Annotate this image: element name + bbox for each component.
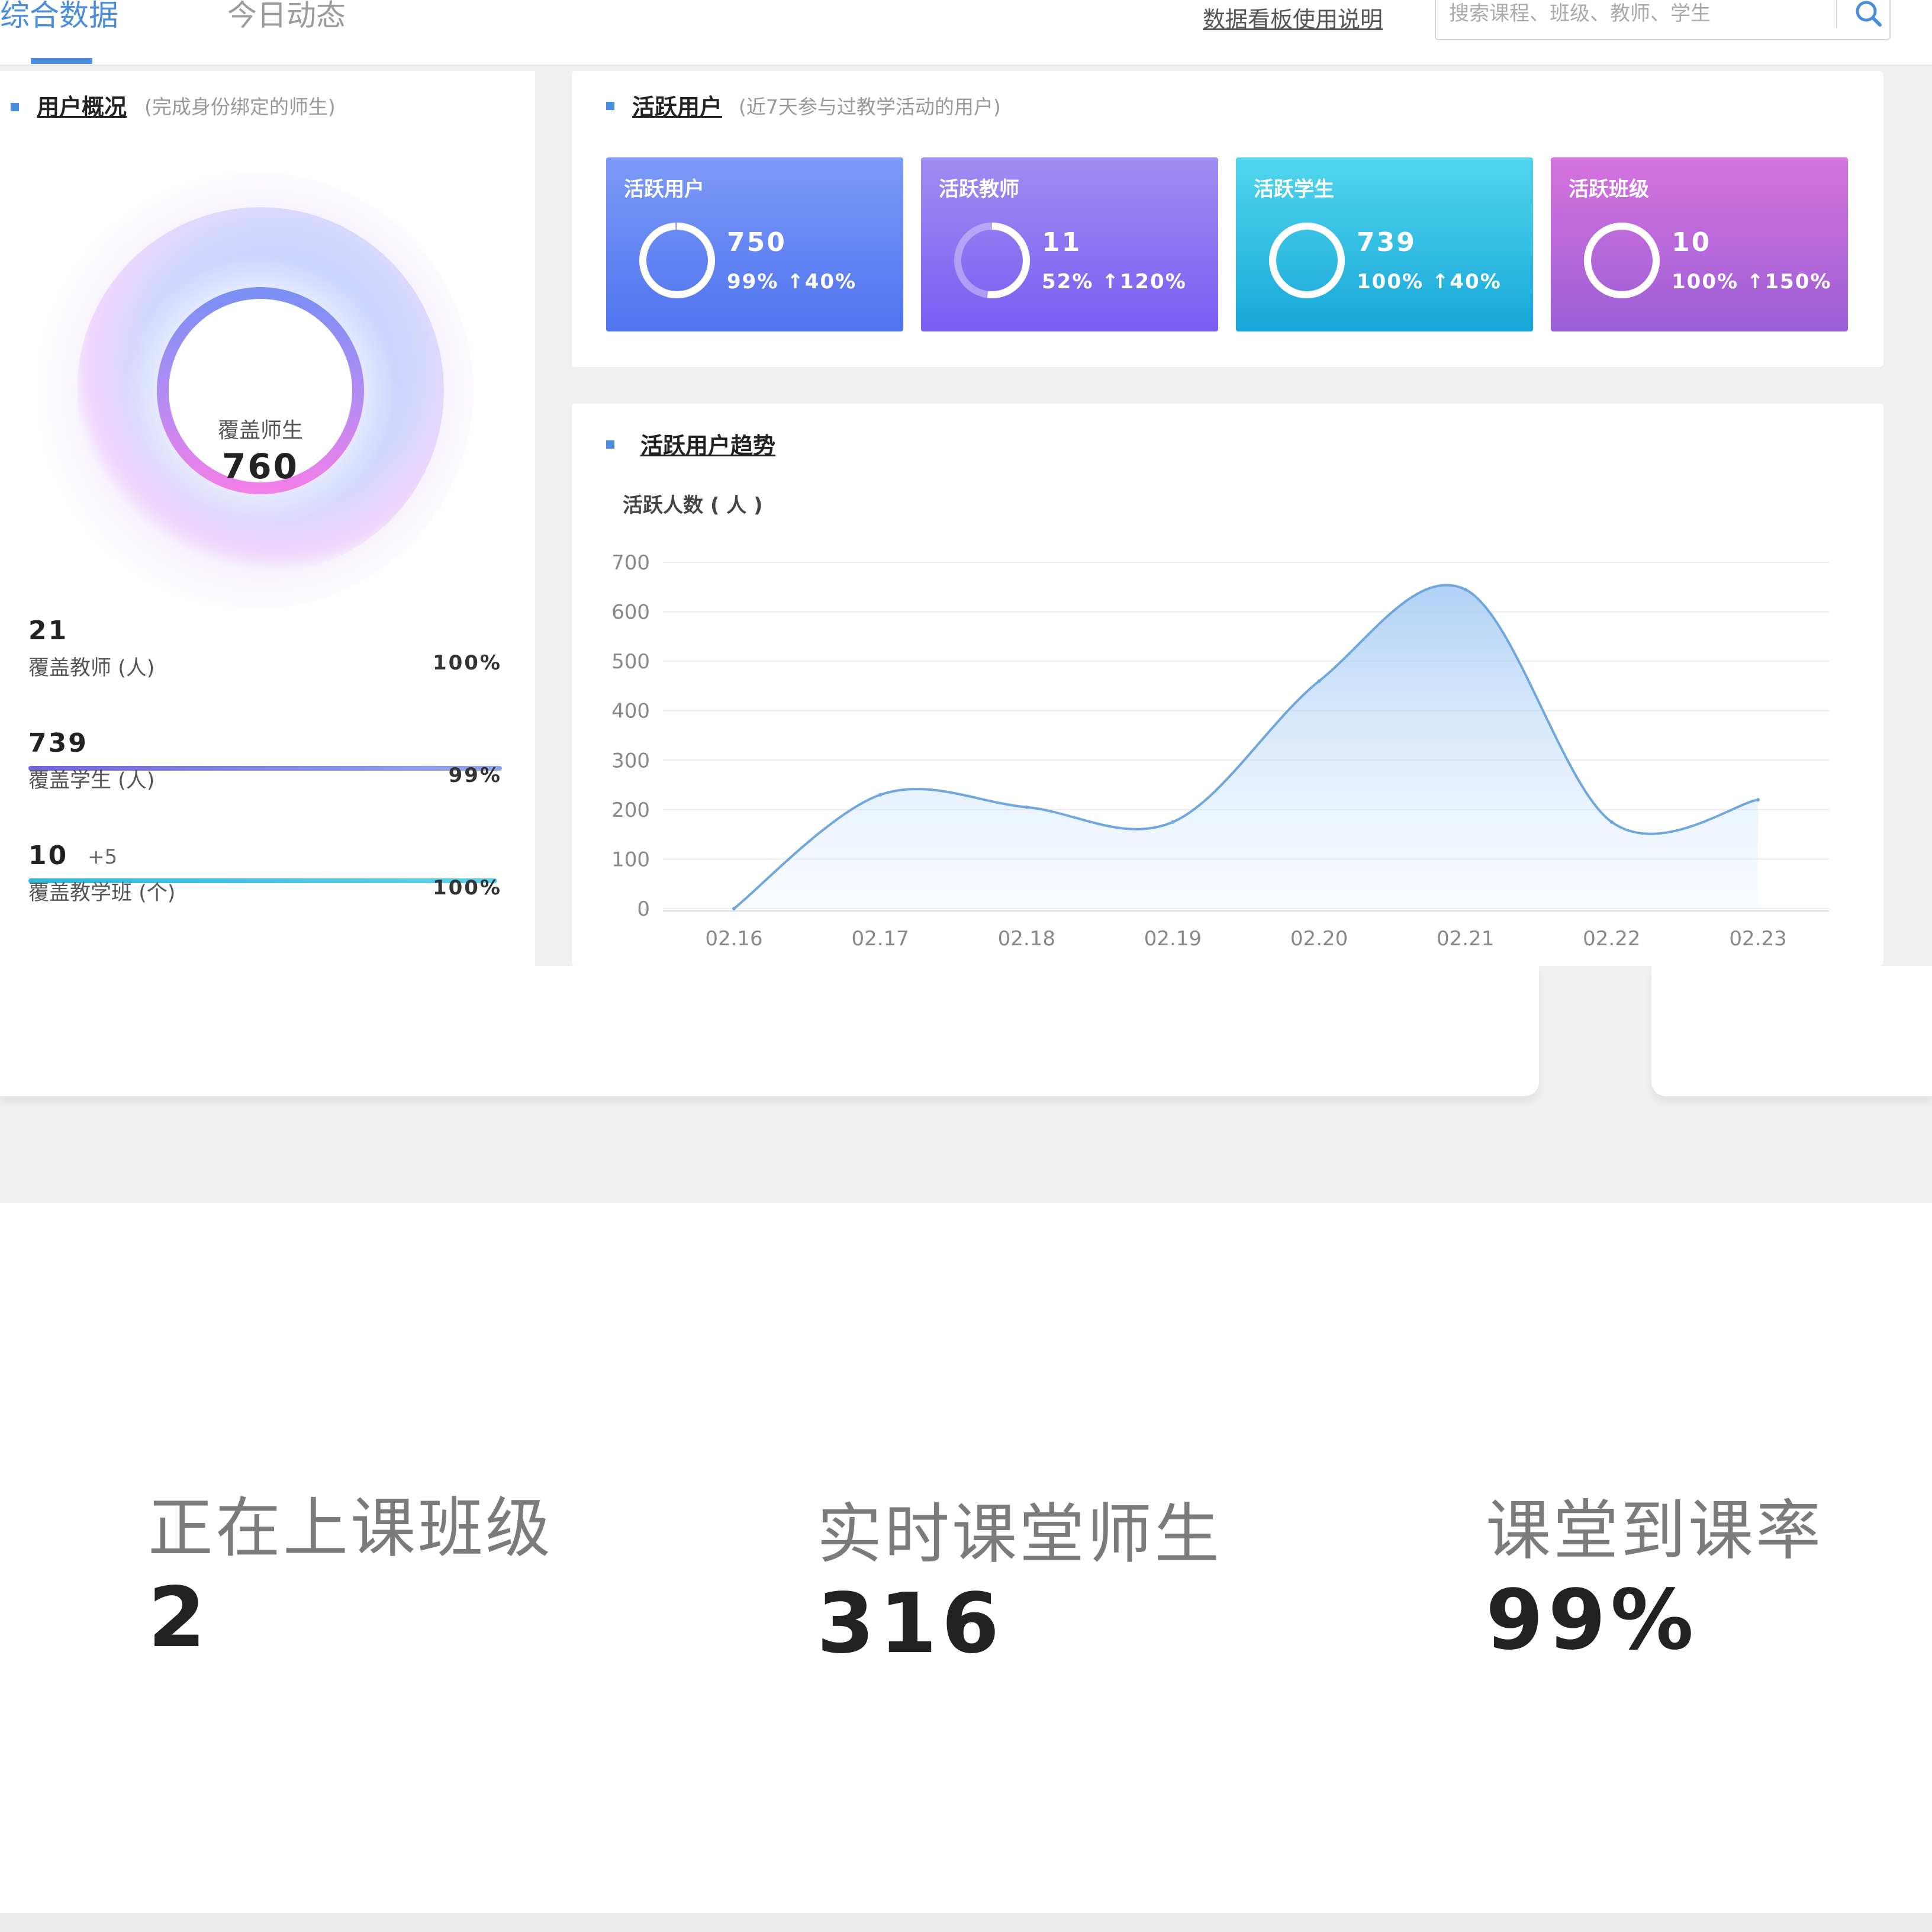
active-users-title: 活跃用户	[632, 94, 723, 120]
class-coverage-row: 10 +5 覆盖教学班 (个) 100%	[28, 841, 502, 996]
section-marker	[11, 103, 19, 111]
user-overview-title: 用户概况	[37, 94, 127, 120]
live-stat-value: 99%	[1486, 1572, 1699, 1669]
ring-gauge	[1269, 223, 1345, 298]
y-tick-label: 600	[611, 601, 650, 624]
trend-point	[878, 793, 883, 797]
active-users-subtitle: (近7天参与过教学活动的用户)	[739, 95, 1001, 118]
section-marker	[606, 102, 614, 110]
user-overview-panel: 用户概况 (完成身份绑定的师生) 覆盖师生 760 21 覆盖教师 (人) 10…	[0, 71, 535, 996]
trend-area	[734, 585, 1758, 909]
trend-point	[1756, 798, 1760, 802]
search-box	[1435, 0, 1891, 40]
card-percent-growth: 99% ↑40%	[727, 270, 857, 294]
ring-fill	[639, 223, 715, 298]
trend-point	[732, 907, 736, 910]
x-tick-label: 02.22	[1583, 927, 1640, 951]
bottom-divider	[0, 1913, 1932, 1932]
card-percent-growth: 100% ↑150%	[1672, 270, 1832, 294]
trend-point	[1609, 820, 1614, 824]
y-tick-label: 200	[611, 798, 650, 822]
stat-label: 覆盖学生 (人)	[28, 769, 155, 793]
y-tick-label: 300	[611, 749, 650, 772]
live-stat-value: 316	[817, 1576, 1004, 1672]
trend-point	[1463, 587, 1467, 591]
stat-percent: 100%	[432, 876, 502, 900]
live-stat-label: 正在上课班级	[148, 1490, 553, 1566]
y-axis-title: 活跃人数 ( 人 )	[623, 494, 763, 517]
search-divider	[1836, 0, 1837, 28]
trend-title: 活跃用户趋势	[640, 433, 776, 459]
card-active-teachers[interactable]: 活跃教师 11 52% ↑120%	[921, 157, 1218, 331]
tab-today[interactable]: 今日动态	[227, 0, 346, 34]
active-users-panel: 活跃用户 (近7天参与过教学活动的用户) 活跃用户 750 99% ↑40% 活…	[572, 71, 1883, 367]
y-tick-label: 700	[611, 551, 650, 575]
card-value: 739	[1357, 227, 1416, 257]
x-tick-label: 02.21	[1437, 927, 1494, 951]
y-tick-label: 100	[611, 848, 650, 871]
donut-value: 760	[221, 446, 300, 487]
live-stat-label: 课堂到课率	[1486, 1493, 1823, 1569]
card-percent-growth: 52% ↑120%	[1042, 270, 1187, 294]
dashboard-help-link[interactable]: 数据看板使用说明	[1203, 1, 1383, 34]
teacher-coverage-row: 21 覆盖教师 (人) 100%	[28, 616, 502, 771]
trend-point	[1171, 820, 1175, 824]
active-tab-indicator	[31, 58, 92, 64]
coverage-donut: 覆盖师生 760	[36, 172, 474, 610]
ring-gauge	[1584, 223, 1660, 298]
card-active-classes[interactable]: 活跃班级 10 100% ↑150%	[1551, 157, 1848, 331]
top-navigation-bar: 综合数据 今日动态 数据看板使用说明	[0, 0, 1932, 66]
live-stat-value: 2	[148, 1570, 211, 1666]
ring-fill	[1584, 223, 1660, 298]
stat-label: 覆盖教师 (人)	[28, 656, 155, 680]
x-tick-label: 02.20	[1290, 927, 1348, 951]
active-trend-chart: 活跃人数 ( 人 ) 700 600 500 400 300 200 100 0 02.16 02.…	[611, 494, 1829, 951]
card-title: 活跃用户	[624, 178, 704, 201]
card-title: 活跃班级	[1569, 178, 1649, 201]
x-tick-label: 02.18	[998, 927, 1055, 951]
search-icon[interactable]	[1852, 0, 1885, 30]
card-active-students[interactable]: 活跃学生 739 100% ↑40%	[1236, 157, 1533, 331]
live-stats-section: 正在上课班级 2 实时课堂师生 316 课堂到课率 99%	[0, 1203, 1932, 1913]
card-title: 活跃学生	[1254, 178, 1334, 201]
card-percent-growth: 100% ↑40%	[1357, 270, 1502, 294]
donut-label: 覆盖师生	[217, 418, 303, 443]
ring-gauge	[639, 223, 715, 298]
trend-point	[1025, 805, 1029, 809]
live-stat-label: 实时课堂师生	[817, 1496, 1222, 1572]
trend-point	[1317, 679, 1321, 683]
stat-percent: 99%	[448, 764, 502, 787]
card-value: 750	[727, 227, 787, 257]
user-overview-subtitle: (完成身份绑定的师生)	[144, 95, 336, 118]
y-tick-label: 500	[611, 650, 650, 674]
stat-percent: 100%	[432, 651, 502, 675]
x-tick-label: 02.16	[705, 927, 762, 951]
card-title: 活跃教师	[939, 178, 1019, 201]
section-marker	[606, 440, 614, 449]
student-coverage-row: 739 覆盖学生 (人) 99%	[28, 728, 502, 883]
stat-value: 739	[28, 728, 88, 758]
y-tick-label: 400	[611, 700, 650, 723]
x-tick-label: 02.23	[1729, 927, 1786, 951]
stat-value: 21	[28, 616, 69, 646]
tab-overview[interactable]: 综合数据	[0, 0, 118, 34]
ring-fill	[1269, 223, 1345, 298]
x-tick-label: 02.17	[851, 927, 909, 951]
stat-increment: +5	[88, 845, 118, 869]
card-value: 10	[1672, 227, 1712, 257]
stat-value: 10	[28, 841, 69, 871]
lower-panel-right	[1651, 966, 1932, 1096]
stat-label: 覆盖教学班 (个)	[28, 881, 176, 905]
card-active-users[interactable]: 活跃用户 750 99% ↑40%	[606, 157, 903, 331]
search-input[interactable]	[1448, 0, 1827, 28]
card-value: 11	[1042, 227, 1082, 257]
x-tick-label: 02.19	[1144, 927, 1202, 951]
lower-panel-left	[0, 966, 1539, 1096]
y-tick-label: 0	[637, 897, 650, 921]
ring-gauge	[954, 223, 1030, 298]
